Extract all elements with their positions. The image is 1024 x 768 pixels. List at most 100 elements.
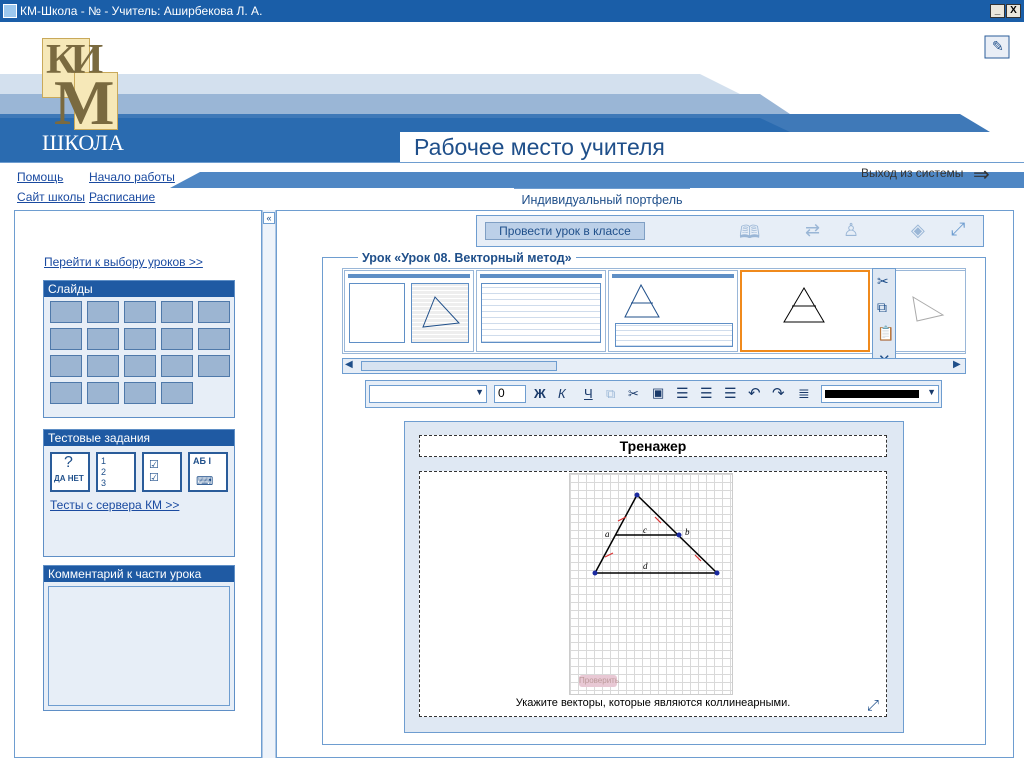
slide-layout-option[interactable] [87, 301, 119, 323]
copy-format-icon[interactable]: ⧉ [606, 386, 615, 402]
app-icon [3, 4, 17, 18]
logo-word: ШКОЛА [42, 130, 124, 155]
tab-portfolio[interactable]: Индивидуальный портфель [514, 188, 690, 210]
start-link[interactable]: Начало работы [89, 170, 175, 184]
keyboard-test-icon[interactable]: АБ I ⌨ [188, 452, 228, 492]
numbered-test-icon[interactable]: 1 2 3 [96, 452, 136, 492]
title-bar: КМ-Школа - № - Учитель: Аширбекова Л. А.… [0, 0, 1024, 22]
strip-scrollbar[interactable]: ◀ ▶ [342, 358, 966, 374]
page-title: Рабочее место учителя [414, 134, 665, 160]
slide-layout-option[interactable] [161, 355, 193, 377]
minimize-button[interactable]: _ [990, 4, 1005, 18]
logo-m: М [54, 67, 115, 138]
slide-layout-option[interactable] [124, 328, 156, 350]
redo-icon[interactable]: ↷ [772, 384, 785, 402]
lesson-title: Урок «Урок 08. Векторный метод» [358, 251, 576, 265]
slides-header: Слайды [44, 281, 234, 297]
vector-diagram: a c b d [592, 492, 720, 576]
font-size-input[interactable]: 0 [494, 385, 526, 403]
align-left-icon[interactable]: ☰ [676, 385, 689, 402]
logout-link[interactable]: Выход из системы ⇒ [861, 164, 990, 186]
slide-thumb-3[interactable] [608, 270, 738, 352]
arrow-right-icon: ⇒ [973, 164, 990, 186]
tab-journal[interactable]: Классный журнал [358, 188, 514, 210]
school-site-link[interactable]: Сайт школы [17, 190, 85, 204]
collapse-icon[interactable]: « [263, 212, 275, 224]
slide-layout-option[interactable] [50, 382, 82, 404]
color-select[interactable]: ▼ [821, 385, 939, 403]
conduct-lesson-button[interactable]: Провести урок в классе [485, 222, 645, 240]
slide-layout-option[interactable] [50, 328, 82, 350]
tab-planning[interactable]: Тематическое планирование [690, 188, 860, 210]
expand-slide-icon[interactable]: ⤢ [867, 697, 879, 714]
eraser-icon[interactable]: ◈ [911, 220, 925, 241]
checklist-test-icon[interactable]: ☑ ☑ [142, 452, 182, 492]
numbered-label: 1 2 3 [101, 456, 107, 488]
vector-a-label: a [605, 529, 610, 539]
pencil-icon[interactable]: ✎ [992, 38, 1004, 55]
italic-icon[interactable]: К [558, 386, 566, 401]
tab-methodical[interactable]: Методический кабинет [860, 188, 1024, 210]
slide-layout-option[interactable] [161, 301, 193, 323]
slide-layout-option[interactable] [87, 382, 119, 404]
slide-layout-option[interactable] [198, 355, 230, 377]
tab-bar: Уроки Классный журнал Индивидуальный пор… [168, 188, 1024, 210]
scissors-icon[interactable]: ✂ [628, 386, 639, 402]
font-select[interactable]: ▼ [369, 385, 487, 403]
align-right-icon[interactable]: ☰ [724, 385, 737, 402]
format-toolbar: ▼ 0 Ж К Ч ⧉ ✂ ▣ ☰ ☰ ☰ ↶ ↷ ≣ ▼ [365, 380, 942, 408]
export-icon[interactable]: ⇄ [805, 220, 820, 241]
undo-icon[interactable]: ↶ [748, 384, 761, 402]
paste-format-icon[interactable]: ▣ [652, 385, 664, 401]
server-tests-link[interactable]: Тесты с сервера КМ >> [50, 498, 179, 512]
slide-layout-option[interactable] [124, 301, 156, 323]
tests-header: Тестовые задания [44, 430, 234, 446]
teacher-icon[interactable]: ♙ [843, 220, 859, 241]
vector-b-label: b [685, 527, 690, 537]
book-icon[interactable]: 🕮 [739, 220, 760, 250]
slide-layout-option[interactable] [198, 301, 230, 323]
check-button[interactable]: Проверить [579, 675, 619, 687]
slide-thumb-4-selected[interactable] [740, 270, 870, 352]
tab-lessons[interactable]: Уроки [168, 188, 358, 210]
scroll-right-icon[interactable]: ▶ [953, 359, 961, 370]
fullscreen-icon[interactable]: ⤢ [951, 219, 965, 240]
comment-section: Комментарий к части урока [43, 565, 235, 711]
help-link[interactable]: Помощь [17, 170, 63, 184]
copy-icon[interactable]: ⧉ [877, 299, 887, 316]
slide-caption: Укажите векторы, которые являются коллин… [515, 697, 791, 709]
list-icon[interactable]: ≣ [798, 385, 810, 402]
slide-layout-option[interactable] [87, 355, 119, 377]
align-center-icon[interactable]: ☰ [700, 385, 713, 402]
slide-thumb-2[interactable] [476, 270, 606, 352]
scroll-thumb[interactable] [361, 361, 557, 371]
goto-lessons-link[interactable]: Перейти к выбору уроков >> [44, 255, 203, 269]
panel-splitter[interactable]: « [262, 210, 276, 758]
slide-layout-option[interactable] [198, 328, 230, 350]
cut-icon[interactable]: ✂ [877, 273, 889, 290]
logout-label: Выход из системы [861, 166, 964, 180]
slide-layout-option[interactable] [87, 328, 119, 350]
vector-d-label: d [643, 561, 648, 571]
slide-title[interactable]: Тренажер [419, 435, 887, 457]
comment-header: Комментарий к части урока [44, 566, 234, 582]
underline-icon[interactable]: Ч [584, 386, 593, 401]
slide-layout-option[interactable] [124, 355, 156, 377]
keyboard-label: АБ I [193, 456, 211, 466]
slide-layout-option[interactable] [161, 328, 193, 350]
close-button[interactable]: X [1006, 4, 1021, 18]
slides-section: Слайды [43, 280, 235, 418]
comment-textarea[interactable] [48, 586, 230, 706]
slide-layout-option[interactable] [124, 382, 156, 404]
yes-no-label: ДА НЕТ [54, 474, 84, 483]
paste-icon[interactable]: 📋 [877, 325, 894, 342]
bold-icon[interactable]: Ж [534, 386, 546, 401]
yes-no-test-icon[interactable]: ДА НЕТ? [50, 452, 90, 492]
slide-layout-option[interactable] [50, 355, 82, 377]
slide-thumb-1[interactable] [344, 270, 474, 352]
slide-layout-option[interactable] [161, 382, 193, 404]
slide-layout-option[interactable] [50, 301, 82, 323]
scroll-left-icon[interactable]: ◀ [345, 359, 353, 370]
tests-section: Тестовые задания ДА НЕТ? 1 2 3 ☑ ☑ АБ I ⌨ … [43, 429, 235, 557]
schedule-link[interactable]: Расписание [89, 190, 155, 204]
